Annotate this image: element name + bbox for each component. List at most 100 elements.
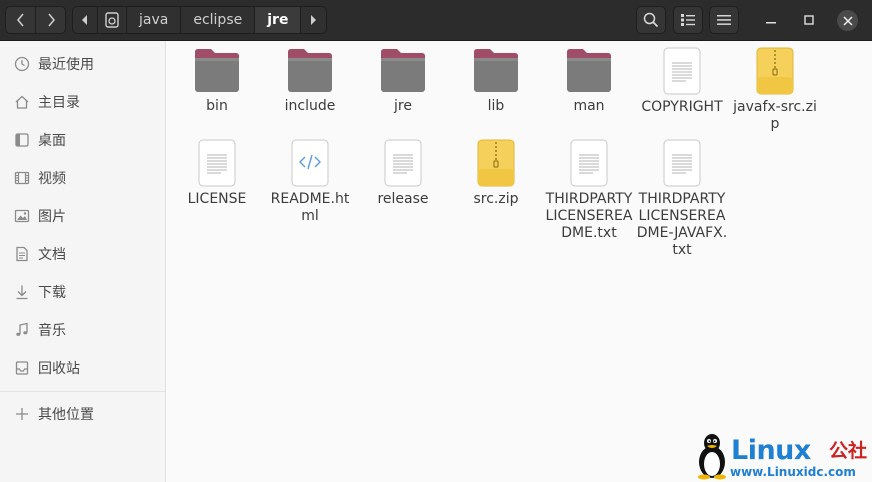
file-item-copyright[interactable]: COPYRIGHT — [636, 47, 728, 116]
desktop-icon — [12, 130, 32, 150]
file-name: THIRDPARTYLICENSEREADME-JAVAFX.txt — [636, 191, 728, 258]
path-scroll-right-button[interactable] — [300, 7, 325, 33]
file-item-man[interactable]: man — [543, 48, 635, 115]
watermark: Linux 公社 www.Linuxidc.com — [694, 430, 872, 482]
drive-icon — [105, 12, 119, 28]
sidebar-item-recent[interactable]: 最近使用 — [0, 49, 165, 79]
sidebar-divider — [0, 391, 165, 392]
sidebar-item-trash[interactable]: 回收站 — [0, 353, 165, 383]
sidebar-item-label: 视频 — [38, 171, 66, 187]
minimize-icon — [766, 22, 776, 24]
back-button[interactable] — [6, 7, 35, 33]
folder-icon — [567, 49, 611, 92]
watermark-brand: Linux — [731, 435, 811, 466]
sidebar-item-label: 下载 — [38, 285, 66, 301]
zip-archive-icon — [756, 47, 794, 95]
zip-archive-icon — [477, 139, 515, 187]
file-item-thirdparty-license-javafx[interactable]: THIRDPARTYLICENSEREADME-JAVAFX.txt — [636, 139, 728, 259]
view-toggle-button[interactable] — [673, 6, 703, 34]
path-root-button[interactable] — [98, 7, 127, 33]
path-item-label: java — [139, 12, 169, 28]
file-item-thirdparty-license[interactable]: THIRDPARTYLICENSEREADME.txt — [543, 139, 635, 242]
file-name: bin — [206, 98, 228, 114]
sidebar: 最近使用 主目录 桌面 视频 图片 文档 下载 音乐 回收站 其他位置 — [0, 41, 166, 482]
file-name: LICENSE — [187, 191, 247, 207]
close-icon — [842, 15, 853, 26]
list-view-icon — [681, 14, 695, 26]
tux-penguin-icon — [698, 434, 726, 480]
file-item-bin[interactable]: bin — [171, 48, 263, 115]
caret-left-icon — [82, 15, 87, 25]
file-item-javafx-src-zip[interactable]: javafx-src.zip — [729, 47, 821, 133]
path-item-label: jre — [267, 12, 289, 28]
clock-icon — [12, 54, 32, 74]
video-icon — [12, 168, 32, 188]
path-bar: java eclipse jre — [72, 6, 327, 34]
text-file-icon — [570, 139, 608, 187]
text-file-icon — [663, 47, 701, 95]
plus-icon — [12, 404, 32, 424]
search-icon — [643, 12, 659, 28]
path-scroll-left-button[interactable] — [73, 7, 98, 33]
back-icon — [16, 13, 26, 27]
sidebar-item-videos[interactable]: 视频 — [0, 163, 165, 193]
sidebar-item-label: 桌面 — [38, 133, 66, 149]
path-item-jre[interactable]: jre — [255, 7, 301, 33]
path-item-eclipse[interactable]: eclipse — [181, 7, 256, 33]
file-name: lib — [487, 98, 505, 114]
file-name: THIRDPARTYLICENSEREADME.txt — [545, 191, 633, 241]
file-item-readme-html[interactable]: README.html — [264, 139, 356, 225]
file-item-release[interactable]: release — [357, 139, 449, 208]
sidebar-item-label: 主目录 — [38, 95, 80, 111]
file-name: jre — [394, 98, 412, 114]
folder-icon — [381, 49, 425, 92]
sidebar-item-pictures[interactable]: 图片 — [0, 201, 165, 231]
maximize-icon — [804, 15, 814, 25]
file-item-include[interactable]: include — [264, 48, 356, 115]
sidebar-item-label: 回收站 — [38, 361, 80, 377]
download-icon — [12, 282, 32, 302]
trash-icon — [12, 358, 32, 378]
file-item-license[interactable]: LICENSE — [171, 139, 263, 208]
sidebar-item-label: 其他位置 — [38, 407, 94, 423]
file-view: bin include jre lib man COPYRIGHT javafx… — [167, 41, 872, 482]
sidebar-item-label: 文档 — [38, 247, 66, 263]
file-item-src-zip[interactable]: src.zip — [450, 139, 542, 208]
watermark-brand-cn: 公社 — [829, 440, 868, 462]
file-name: include — [284, 98, 336, 114]
document-icon — [12, 244, 32, 264]
sidebar-item-label: 图片 — [38, 209, 66, 225]
file-item-lib[interactable]: lib — [450, 48, 542, 115]
caret-right-icon — [311, 15, 317, 25]
forward-button[interactable] — [35, 7, 65, 33]
folder-icon — [288, 49, 332, 92]
file-item-jre[interactable]: jre — [357, 48, 449, 115]
sidebar-item-home[interactable]: 主目录 — [0, 87, 165, 117]
menu-button[interactable] — [709, 6, 739, 34]
maximize-button[interactable] — [800, 11, 818, 29]
music-icon — [12, 320, 32, 340]
search-button[interactable] — [636, 6, 666, 34]
minimize-button[interactable] — [762, 11, 780, 29]
folder-icon — [195, 49, 239, 92]
close-button[interactable] — [837, 10, 858, 31]
file-name: COPYRIGHT — [641, 99, 723, 115]
header-bar: java eclipse jre — [0, 0, 872, 41]
sidebar-item-other-locations[interactable]: 其他位置 — [0, 399, 165, 429]
sidebar-item-desktop[interactable]: 桌面 — [0, 125, 165, 155]
sidebar-item-music[interactable]: 音乐 — [0, 315, 165, 345]
path-item-java[interactable]: java — [127, 7, 182, 33]
text-file-icon — [384, 139, 422, 187]
file-name: man — [573, 98, 605, 114]
text-file-icon — [198, 139, 236, 187]
file-name: README.html — [270, 191, 350, 224]
forward-icon — [46, 13, 56, 27]
html-file-icon — [291, 139, 329, 187]
file-name: src.zip — [473, 191, 519, 207]
file-name: javafx-src.zip — [733, 99, 817, 132]
sidebar-item-documents[interactable]: 文档 — [0, 239, 165, 269]
sidebar-item-downloads[interactable]: 下载 — [0, 277, 165, 307]
folder-icon — [474, 49, 518, 92]
navigation-buttons — [5, 6, 66, 34]
sidebar-item-label: 最近使用 — [38, 57, 94, 73]
